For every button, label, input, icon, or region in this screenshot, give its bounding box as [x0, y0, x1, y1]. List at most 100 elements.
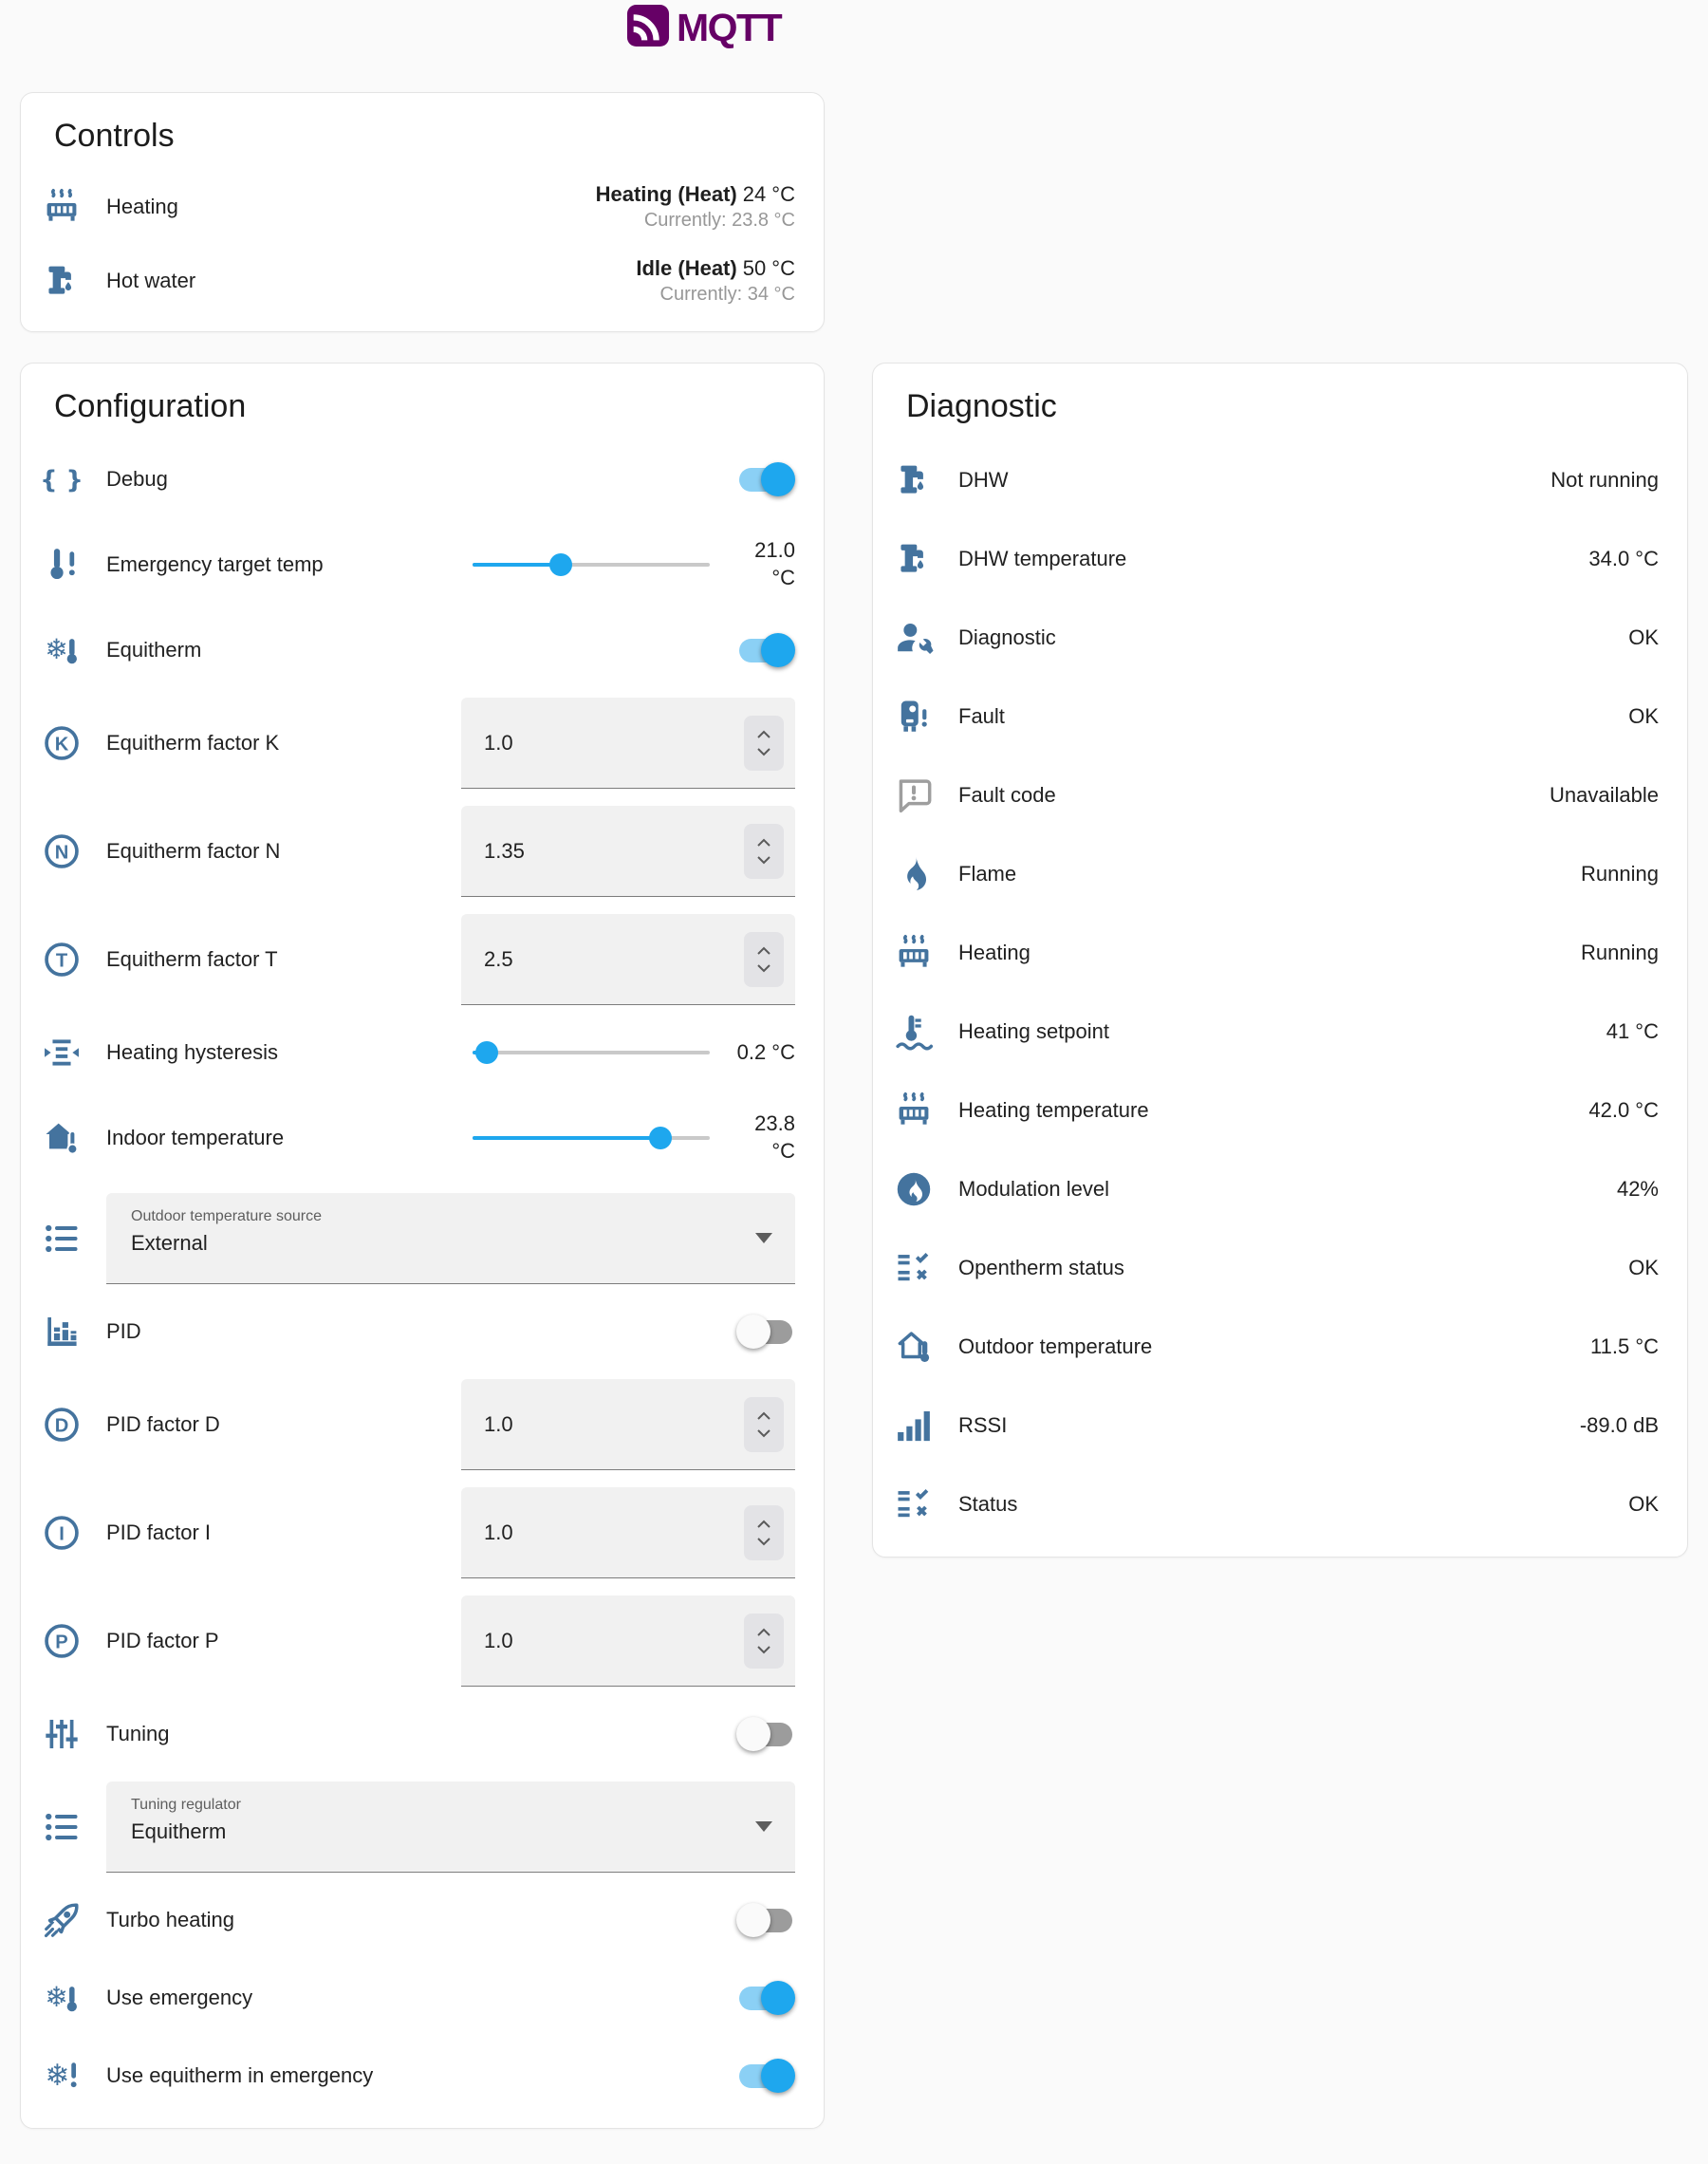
control-row-heating[interactable]: Heating Heating (Heat)24 °C Currently: 2… — [40, 170, 795, 244]
equitherm-factor-t-input[interactable]: 2.5 — [461, 914, 795, 1005]
snowflake-thermometer-icon: ❄ — [40, 1976, 84, 2020]
thermometer-alert-icon — [40, 543, 84, 587]
diag-value: Running — [1569, 941, 1659, 965]
fire-circle-icon — [892, 1167, 936, 1211]
number-stepper[interactable] — [744, 824, 784, 879]
number-value: 1.0 — [484, 731, 744, 756]
number-stepper[interactable] — [744, 716, 784, 771]
account-wrench-icon — [892, 616, 936, 660]
select-label: Tuning regulator — [131, 1797, 738, 1814]
radiator-icon — [892, 1089, 936, 1132]
pid-toggle[interactable] — [736, 1314, 795, 1350]
tune-vertical-icon — [40, 1712, 84, 1756]
config-row-equitherm: ❄ Equitherm — [40, 611, 795, 689]
use-equitherm-in-emergency-toggle[interactable] — [736, 2058, 795, 2094]
equitherm-toggle[interactable] — [736, 632, 795, 668]
use-emergency-toggle[interactable] — [736, 1980, 795, 2016]
config-row-tuning-regulator: Tuning regulator Equitherm — [40, 1773, 795, 1881]
diag-value: 34.0 °C — [1577, 547, 1659, 571]
equitherm-factor-n-input[interactable]: 1.35 — [461, 806, 795, 897]
chart-bar-icon — [40, 1310, 84, 1353]
diag-label: Heating temperature — [958, 1098, 1577, 1123]
climate-setpoint: 50 °C — [743, 256, 795, 280]
diag-row-dhw-temperature[interactable]: DHW temperature 34.0 °C — [892, 519, 1659, 598]
dropdown-caret-icon — [755, 1233, 772, 1243]
diag-row-modulation-level[interactable]: Modulation level 42% — [892, 1149, 1659, 1228]
slider-value: 21.0 °C — [734, 537, 795, 591]
mqtt-logo-icon — [626, 4, 670, 52]
number-stepper[interactable] — [744, 1397, 784, 1452]
code-braces-icon: { } — [40, 457, 84, 501]
thermometer-water-icon — [892, 1010, 936, 1054]
control-row-hot-water[interactable]: Hot water Idle (Heat)50 °C Currently: 34… — [40, 244, 795, 318]
config-label: PID factor P — [106, 1629, 438, 1653]
mqtt-logo-wordmark: MQTT — [677, 6, 781, 50]
number-stepper[interactable] — [744, 932, 784, 987]
outdoor-temperature-source-select[interactable]: Outdoor temperature source External — [106, 1193, 795, 1284]
svg-text:I: I — [59, 1523, 65, 1544]
pid-factor-d-input[interactable]: 1.0 — [461, 1379, 795, 1470]
climate-state-heating[interactable]: Heating (Heat)24 °C Currently: 23.8 °C — [596, 182, 795, 232]
slider-thumb[interactable] — [549, 553, 572, 576]
svg-text:{ }: { } — [41, 466, 83, 494]
control-label: Hot water — [106, 269, 636, 293]
diag-value: Running — [1569, 862, 1659, 886]
config-row-equitherm-factor-t: T Equitherm factor T 2.5 — [40, 905, 795, 1014]
tuning-regulator-select[interactable]: Tuning regulator Equitherm — [106, 1782, 795, 1873]
snowflake-thermometer-icon: ❄ — [40, 628, 84, 672]
pid-factor-p-input[interactable]: 1.0 — [461, 1595, 795, 1687]
config-row-equitherm-factor-k: K Equitherm factor K 1.0 — [40, 689, 795, 797]
debug-toggle[interactable] — [736, 461, 795, 497]
controls-card: Controls Heating Heating (Heat)24 °C Cur… — [20, 92, 825, 332]
number-stepper[interactable] — [744, 1614, 784, 1669]
format-list-bulleted-icon — [40, 1217, 84, 1260]
diag-row-diagnostic[interactable]: Diagnostic OK — [892, 598, 1659, 677]
tuning-toggle[interactable] — [736, 1716, 795, 1752]
config-row-turbo-heating: Turbo heating — [40, 1881, 795, 1959]
diag-value: OK — [1617, 1256, 1659, 1280]
diag-row-outdoor-temperature[interactable]: Outdoor temperature 11.5 °C — [892, 1307, 1659, 1386]
diag-row-fault-code[interactable]: Fault code Unavailable — [892, 756, 1659, 834]
diag-label: Fault — [958, 704, 1617, 729]
diag-row-fault[interactable]: Fault OK — [892, 677, 1659, 756]
diag-row-flame[interactable]: Flame Running — [892, 834, 1659, 913]
water-pump-icon — [892, 458, 936, 502]
diag-value: Unavailable — [1538, 783, 1659, 808]
diag-row-heating-temperature[interactable]: Heating temperature 42.0 °C — [892, 1071, 1659, 1149]
pid-factor-i-input[interactable]: 1.0 — [461, 1487, 795, 1578]
slider-thumb[interactable] — [475, 1041, 498, 1064]
climate-mode: Heating (Heat) — [596, 182, 737, 206]
diag-row-heating-setpoint[interactable]: Heating setpoint 41 °C — [892, 992, 1659, 1071]
emergency-target-temp-slider[interactable] — [473, 550, 710, 579]
svg-text:❄: ❄ — [45, 2059, 69, 2093]
climate-state-hot-water[interactable]: Idle (Heat)50 °C Currently: 34 °C — [636, 256, 795, 306]
indoor-temperature-slider[interactable] — [473, 1124, 710, 1152]
diag-row-status[interactable]: Status OK — [892, 1464, 1659, 1543]
list-status-icon — [892, 1246, 936, 1290]
config-row-indoor-temperature: Indoor temperature 23.8 °C — [40, 1091, 795, 1185]
rocket-launch-icon — [40, 1898, 84, 1942]
alpha-d-circle-icon: D — [40, 1403, 84, 1446]
diag-label: DHW temperature — [958, 547, 1577, 571]
equitherm-factor-k-input[interactable]: 1.0 — [461, 698, 795, 789]
diagnostic-card-title: Diagnostic — [906, 388, 1659, 425]
diag-row-opentherm-status[interactable]: Opentherm status OK — [892, 1228, 1659, 1307]
number-stepper[interactable] — [744, 1505, 784, 1560]
configuration-card: Configuration { } Debug Emergency target… — [20, 363, 825, 2129]
diag-label: Status — [958, 1492, 1617, 1517]
diag-row-heating[interactable]: Heating Running — [892, 913, 1659, 992]
diag-row-rssi[interactable]: RSSI -89.0 dB — [892, 1386, 1659, 1464]
diag-row-dhw[interactable]: DHW Not running — [892, 440, 1659, 519]
diag-value: OK — [1617, 625, 1659, 650]
config-label: Indoor temperature — [106, 1126, 438, 1150]
number-value: 1.35 — [484, 839, 744, 864]
turbo-heating-toggle[interactable] — [736, 1902, 795, 1938]
config-label: Use emergency — [106, 1986, 736, 2010]
slider-value: 0.2 °C — [734, 1039, 795, 1067]
config-row-pid-factor-d: D PID factor D 1.0 — [40, 1371, 795, 1479]
heating-hysteresis-slider[interactable] — [473, 1038, 710, 1067]
slider-thumb[interactable] — [649, 1127, 672, 1149]
diagnostic-card: Diagnostic DHW Not running DHW temperatu… — [872, 363, 1688, 1558]
diag-value: OK — [1617, 704, 1659, 729]
home-thermometer-outline-icon — [892, 1325, 936, 1369]
